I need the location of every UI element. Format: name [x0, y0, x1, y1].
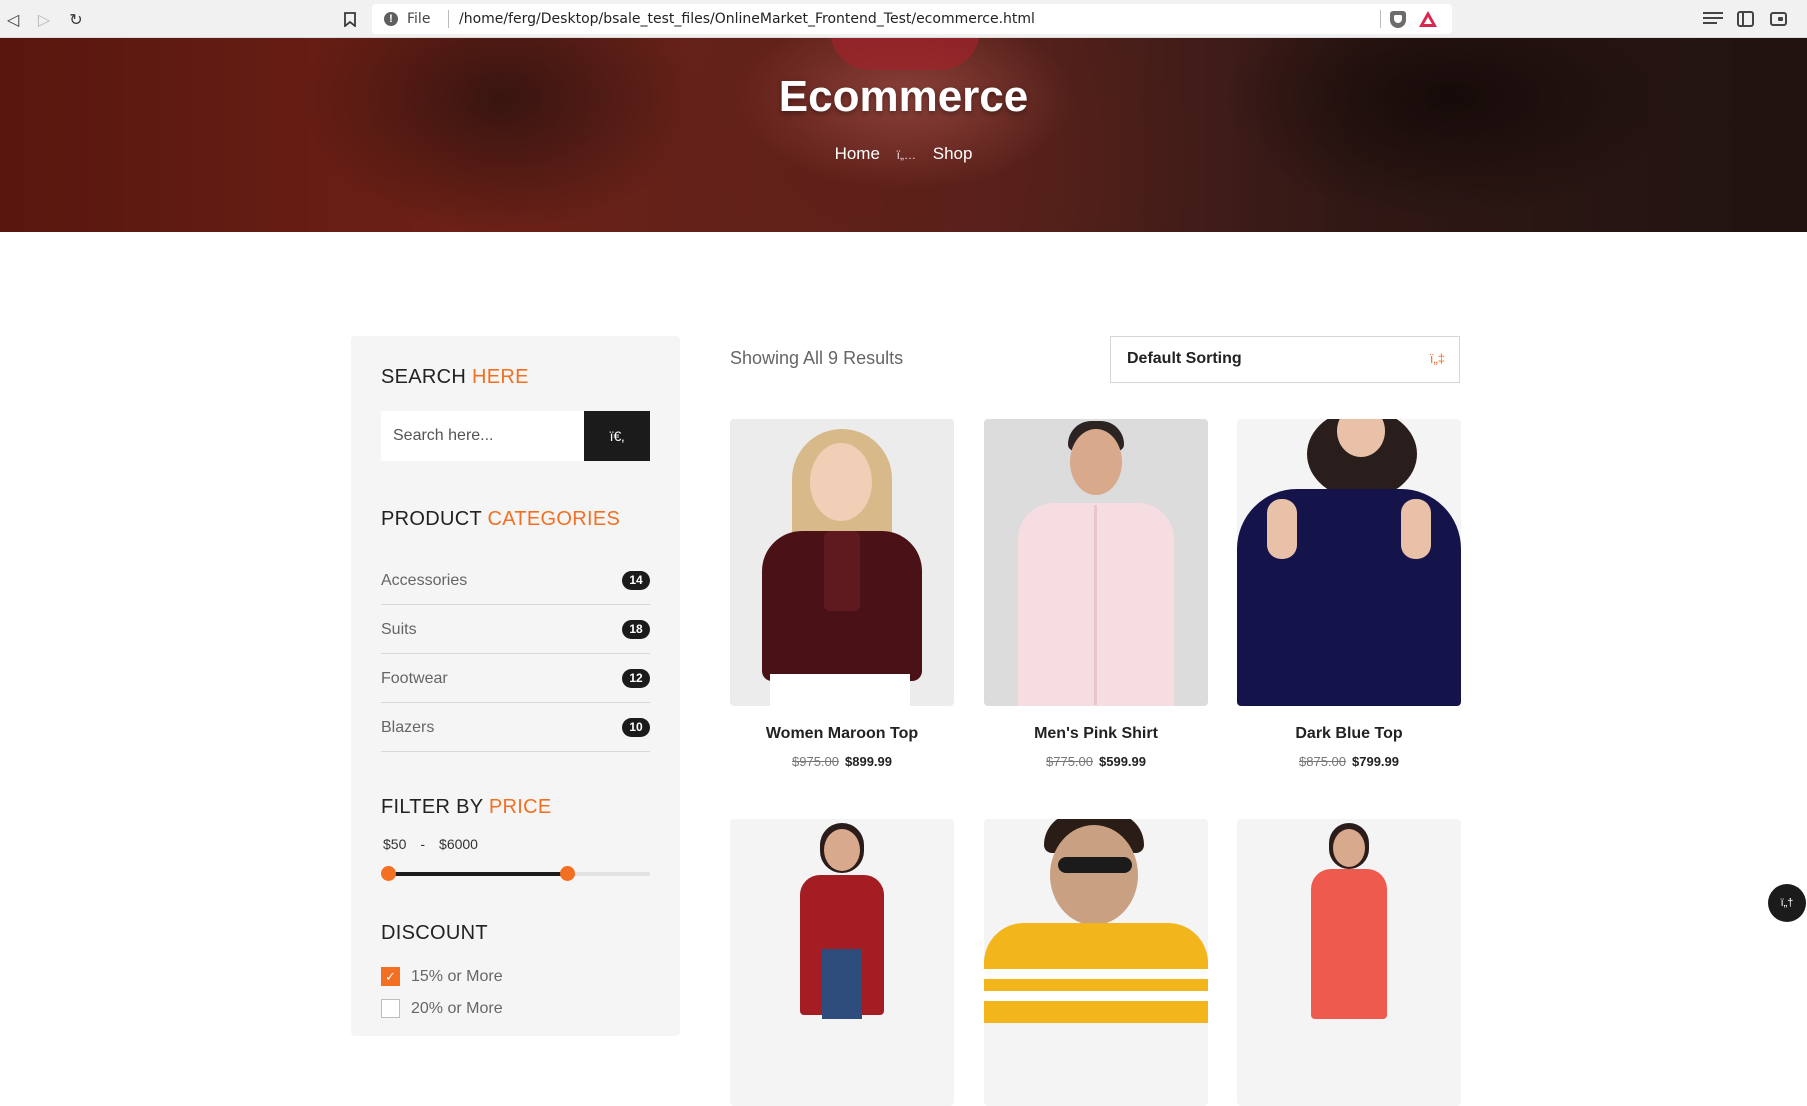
url-text[interactable]: /home/ferg/Desktop/bsale_test_files/Onli… [459, 11, 1035, 27]
discount-checkbox[interactable] [381, 999, 400, 1018]
brave-shield-icon[interactable] [1390, 11, 1406, 28]
product-old-price: $775.00 [1046, 754, 1093, 769]
categories-widget-title: PRODUCT CATEGORIES [381, 508, 620, 531]
product-card[interactable] [984, 819, 1208, 1106]
product-name[interactable]: Men's Pink Shirt [984, 725, 1208, 743]
results-count: Showing All 9 Results [730, 348, 904, 368]
url-divider-right [1380, 10, 1381, 28]
bookmark-icon[interactable] [339, 8, 361, 30]
categories-title-accent: CATEGORIES [487, 508, 621, 530]
price-range-label: $50- $6000 [383, 836, 492, 852]
product-image[interactable] [730, 419, 954, 706]
forward-icon[interactable]: ▷ [33, 8, 55, 30]
search-title-text: SEARCH [381, 366, 473, 388]
search-form: ï€‚ [381, 411, 650, 461]
breadcrumb-home-link[interactable]: Home [835, 144, 880, 163]
search-title-accent: HERE [472, 366, 529, 388]
price-slider-max-handle[interactable] [560, 866, 575, 881]
breadcrumb-current: Shop [932, 144, 973, 163]
price-slider-range [389, 872, 567, 876]
category-label: Accessories [381, 572, 468, 589]
url-divider [448, 10, 449, 28]
price-filter-title: FILTER BY PRICE [381, 796, 551, 819]
product-image[interactable] [1237, 419, 1461, 706]
price-title-text: FILTER BY [381, 796, 489, 818]
price-min: $50 [383, 836, 407, 852]
discount-option-20[interactable]: 20% or More [381, 999, 503, 1018]
filter-sidebar: SEARCH HERE ï€‚ PRODUCT CATEGORIES Acces… [351, 336, 680, 1036]
sort-selected-value: Default Sorting [1127, 350, 1242, 367]
sidebar-toggle-icon[interactable] [1737, 11, 1754, 27]
product-old-price: $975.00 [792, 754, 839, 769]
reading-list-icon[interactable] [1703, 9, 1723, 29]
brave-rewards-icon[interactable] [1419, 11, 1437, 27]
categories-title-text: PRODUCT [381, 508, 488, 530]
discount-label: 20% or More [411, 999, 503, 1017]
category-label: Footwear [381, 670, 448, 687]
category-label: Blazers [381, 719, 435, 736]
price-dash: - [420, 836, 426, 852]
product-image[interactable] [1237, 819, 1461, 1106]
product-sale-price: $599.99 [1099, 754, 1146, 769]
category-count-badge: 10 [622, 718, 650, 737]
category-count-badge: 18 [622, 620, 650, 639]
search-input[interactable] [381, 411, 585, 461]
sort-arrow-icon: ï„‡ [1429, 351, 1445, 366]
hero-background-image [830, 38, 980, 70]
product-image[interactable] [730, 819, 954, 1106]
hero-banner: Ecommerce Home ï„… Shop [0, 38, 1807, 232]
search-icon: ï€‚ [609, 428, 625, 444]
browser-toolbar: ◁ ▷ ↻ ! File /home/ferg/Desktop/bsale_te… [0, 0, 1807, 38]
discount-option-15[interactable]: ✓ 15% or More [381, 967, 503, 986]
product-card[interactable] [1237, 819, 1461, 1106]
price-slider-min-handle[interactable] [381, 866, 396, 881]
chevron-up-icon: ï„† [1780, 897, 1794, 909]
file-scheme-label: File [407, 11, 431, 27]
product-image[interactable] [984, 819, 1208, 1106]
discount-label: 15% or More [411, 967, 503, 985]
category-item-blazers[interactable]: Blazers 10 [381, 703, 650, 752]
category-item-footwear[interactable]: Footwear 12 [381, 654, 650, 703]
product-sale-price: $899.99 [845, 754, 892, 769]
back-icon[interactable]: ◁ [2, 8, 24, 30]
category-item-accessories[interactable]: Accessories 14 [381, 556, 650, 605]
product-name[interactable]: Dark Blue Top [1237, 725, 1461, 743]
sort-select[interactable]: Default Sorting ï„‡ [1110, 336, 1460, 383]
site-info-icon[interactable]: ! [384, 12, 398, 26]
breadcrumb-separator-icon: ï„… [896, 148, 916, 162]
product-card[interactable]: Dark Blue Top $875.00 $799.99 [1237, 419, 1461, 769]
product-price: $975.00 $899.99 [730, 754, 954, 769]
product-name[interactable]: Women Maroon Top [730, 725, 954, 743]
scroll-to-top-button[interactable]: ï„† [1768, 884, 1806, 922]
product-price: $775.00 $599.99 [984, 754, 1208, 769]
page-title: Ecommerce [778, 72, 1029, 121]
product-sale-price: $799.99 [1352, 754, 1399, 769]
price-max: $6000 [439, 836, 478, 852]
category-list: Accessories 14 Suits 18 Footwear 12 Blaz… [381, 556, 650, 752]
product-old-price: $875.00 [1299, 754, 1346, 769]
search-button[interactable]: ï€‚ [584, 411, 650, 461]
search-widget-title: SEARCH HERE [381, 366, 529, 389]
discount-widget-title: DISCOUNT [381, 922, 488, 944]
product-price: $875.00 $799.99 [1237, 754, 1461, 769]
breadcrumb: Home ï„… Shop [0, 144, 1807, 164]
address-bar[interactable]: ! File /home/ferg/Desktop/bsale_test_fil… [372, 4, 1452, 34]
wallet-icon[interactable] [1770, 12, 1787, 26]
product-card[interactable] [730, 819, 954, 1106]
category-count-badge: 12 [622, 669, 650, 688]
product-card[interactable]: Women Maroon Top $975.00 $899.99 [730, 419, 954, 769]
price-title-accent: PRICE [488, 796, 552, 818]
category-label: Suits [381, 621, 417, 638]
discount-checkbox-checked[interactable]: ✓ [381, 967, 400, 986]
reload-icon[interactable]: ↻ [65, 8, 87, 30]
product-image[interactable] [984, 419, 1208, 706]
product-card[interactable]: Men's Pink Shirt $775.00 $599.99 [984, 419, 1208, 769]
price-slider[interactable] [381, 866, 650, 881]
category-count-badge: 14 [622, 571, 650, 590]
category-item-suits[interactable]: Suits 18 [381, 605, 650, 654]
